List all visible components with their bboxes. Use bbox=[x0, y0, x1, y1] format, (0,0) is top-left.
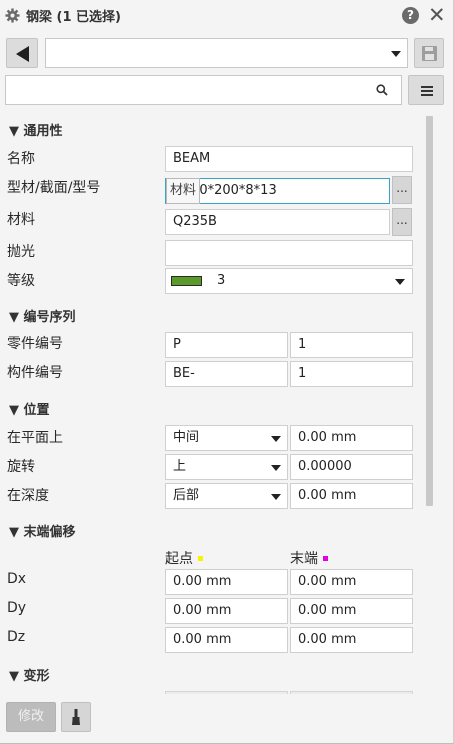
dx-start-field[interactable]: 0.00 mm bbox=[165, 569, 288, 595]
assembly-number-label: 构件编号 bbox=[7, 365, 63, 381]
depth-offset-field[interactable]: 0.00 mm bbox=[290, 483, 413, 509]
section-general[interactable]: ▼ 通用性 bbox=[9, 120, 63, 139]
modify-button[interactable]: 修改 bbox=[6, 702, 56, 732]
class-label: 等级 bbox=[7, 273, 35, 289]
beam-properties-panel: 钢梁 (1 已选择) ? ✕ ▼ 通用性 名称 BEAM 型材/截面/型号 H4… bbox=[0, 0, 454, 744]
help-icon[interactable]: ? bbox=[402, 7, 419, 24]
depth-option: 后部 bbox=[173, 488, 200, 503]
scrollbar-thumb[interactable] bbox=[426, 116, 433, 506]
save-icon bbox=[422, 46, 437, 61]
start-point-marker bbox=[198, 556, 203, 561]
plane-label: 在平面上 bbox=[7, 430, 63, 446]
assembly-prefix-field[interactable]: BE- bbox=[165, 361, 288, 387]
back-arrow-icon bbox=[16, 46, 29, 62]
dy-start-field[interactable]: 0.00 mm bbox=[165, 598, 288, 624]
assembly-start-field[interactable]: 1 bbox=[290, 361, 413, 387]
properties-content: ▼ 通用性 名称 BEAM 型材/截面/型号 H400*200*8*13 ...… bbox=[0, 112, 424, 694]
dz-label: Dz bbox=[7, 629, 26, 645]
pick-properties-button[interactable] bbox=[61, 702, 91, 732]
rotation-option: 上 bbox=[173, 459, 187, 474]
end-point-marker bbox=[323, 556, 328, 561]
plane-option: 中间 bbox=[173, 430, 200, 445]
panel-footer: 修改 bbox=[0, 694, 453, 743]
search-input[interactable] bbox=[5, 75, 402, 105]
dy-label: Dy bbox=[7, 600, 27, 616]
name-field[interactable]: BEAM bbox=[165, 146, 413, 172]
end-point-label: 末端 bbox=[290, 551, 318, 567]
section-position[interactable]: ▼ 位置 bbox=[9, 399, 50, 418]
rotation-label: 旋转 bbox=[7, 459, 35, 475]
depth-label: 在深度 bbox=[7, 488, 49, 504]
class-color-swatch bbox=[171, 276, 202, 286]
chevron-down-icon bbox=[271, 436, 281, 442]
depth-dropdown[interactable]: 后部 bbox=[165, 483, 288, 509]
finish-label: 抛光 bbox=[7, 244, 35, 260]
plane-offset-field[interactable]: 0.00 mm bbox=[290, 425, 413, 451]
plane-dropdown[interactable]: 中间 bbox=[165, 425, 288, 451]
dx-label: Dx bbox=[7, 571, 27, 587]
panel-title: 钢梁 (1 已选择) bbox=[26, 10, 121, 25]
name-label: 名称 bbox=[7, 151, 35, 167]
search-icon[interactable] bbox=[376, 84, 388, 96]
material-label: 材料 bbox=[7, 212, 35, 228]
chevron-down-icon bbox=[395, 279, 405, 285]
start-point-label: 起点 bbox=[165, 551, 193, 567]
material-field[interactable]: Q235B bbox=[165, 209, 390, 235]
scrollbar[interactable] bbox=[424, 114, 434, 692]
save-button[interactable] bbox=[414, 38, 444, 68]
chevron-down-icon bbox=[391, 51, 401, 57]
dz-end-field[interactable]: 0.00 mm bbox=[290, 627, 413, 653]
back-button[interactable] bbox=[6, 38, 38, 68]
tooltip: 材料 bbox=[166, 178, 201, 204]
section-numbering[interactable]: ▼ 编号序列 bbox=[9, 306, 76, 325]
start-point-header: 起点 bbox=[165, 548, 203, 568]
attribute-set-dropdown[interactable] bbox=[45, 38, 408, 68]
material-browse-button[interactable]: ... bbox=[392, 208, 412, 236]
panel-header: 钢梁 (1 已选择) ? ✕ bbox=[0, 0, 453, 32]
gear-icon bbox=[5, 8, 20, 23]
part-prefix-field[interactable]: P bbox=[165, 332, 288, 358]
options-menu-button[interactable] bbox=[408, 75, 444, 105]
chevron-down-icon bbox=[271, 465, 281, 471]
class-value: 3 bbox=[217, 273, 226, 288]
chevron-down-icon bbox=[271, 494, 281, 500]
dx-end-field[interactable]: 0.00 mm bbox=[290, 569, 413, 595]
brush-icon bbox=[72, 709, 80, 725]
profile-browse-button[interactable]: ... bbox=[392, 176, 412, 204]
class-dropdown[interactable]: 3 bbox=[165, 268, 413, 294]
rotation-dropdown[interactable]: 上 bbox=[165, 454, 288, 480]
dy-end-field[interactable]: 0.00 mm bbox=[290, 598, 413, 624]
finish-field[interactable] bbox=[165, 240, 413, 266]
part-number-label: 零件编号 bbox=[7, 336, 63, 352]
profile-label: 型材/截面/型号 bbox=[7, 180, 101, 196]
part-start-field[interactable]: 1 bbox=[290, 332, 413, 358]
section-end-offset[interactable]: ▼ 末端偏移 bbox=[9, 521, 76, 540]
end-point-header: 末端 bbox=[290, 548, 328, 568]
rotation-angle-field[interactable]: 0.00000 bbox=[290, 454, 413, 480]
dz-start-field[interactable]: 0.00 mm bbox=[165, 627, 288, 653]
close-icon[interactable]: ✕ bbox=[428, 4, 446, 26]
section-deform[interactable]: ▼ 变形 bbox=[9, 665, 50, 684]
